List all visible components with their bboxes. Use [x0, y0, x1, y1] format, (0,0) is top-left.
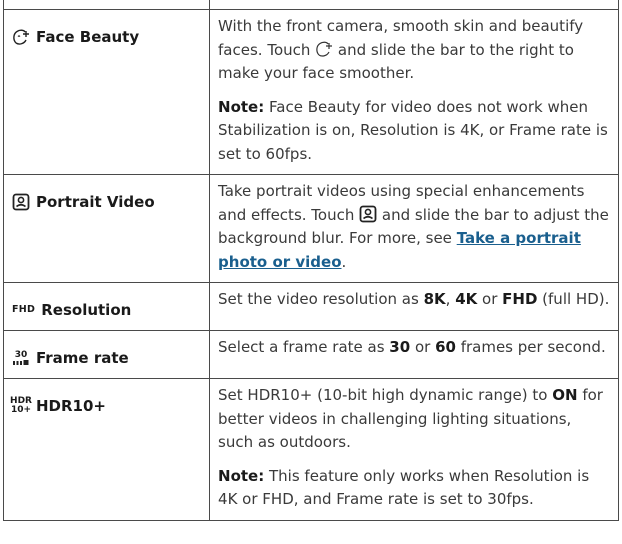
note-label: Note:: [218, 466, 265, 485]
description-cell: Set the video resolution as 8K, 4K or FH…: [209, 282, 619, 331]
table-top-strip: [2, 0, 619, 10]
option-value: FHD: [502, 290, 538, 308]
feature-face-beauty: Face Beauty: [12, 27, 203, 47]
description-text: Set HDR10+ (10-bit high dynamic range) t…: [218, 386, 553, 404]
note-paragraph: Note: Face Beauty for video does not wor…: [218, 96, 610, 167]
description-text: Set the video resolution as: [218, 290, 424, 308]
feature-cell: Face Beauty: [2, 9, 211, 175]
description-text: .: [341, 252, 347, 271]
description-text: ,: [445, 290, 456, 308]
portrait-icon: [359, 205, 377, 223]
hdr-icon-text: 10+: [10, 405, 32, 415]
description-cell: Set HDR10+ (10-bit high dynamic range) t…: [209, 378, 619, 521]
feature-cell: 30 Frame rate: [2, 330, 211, 379]
feature-name: Face Beauty: [36, 28, 140, 46]
features-table: Face Beauty With the front camera, smoot…: [2, 0, 619, 521]
table-row: FHD Resolution Set the video resolution …: [2, 282, 619, 331]
note-label: Note:: [218, 97, 265, 116]
face-beauty-icon: [12, 28, 30, 46]
table-row: HDR 10+ HDR10+ Set HDR10+ (10-bit high dy…: [2, 378, 619, 521]
feature-frame-rate: 30 Frame rate: [12, 348, 203, 368]
description-paragraph: Set the video resolution as 8K, 4K or FH…: [218, 288, 610, 312]
description-text: (full HD).: [537, 290, 610, 308]
note-paragraph: Note: This feature only works when Resol…: [218, 465, 610, 512]
frame-rate-icon-number: 30: [14, 350, 28, 360]
feature-resolution: FHD Resolution: [12, 300, 203, 320]
frame-rate-icon: 30: [12, 349, 30, 367]
fhd-icon: FHD: [12, 304, 36, 315]
table-row: Portrait Video Take portrait videos usin…: [2, 174, 619, 283]
description-text: frames per second.: [455, 338, 606, 356]
feature-cell: FHD Resolution: [2, 282, 211, 331]
face-beauty-icon: [315, 40, 333, 58]
option-value: ON: [552, 386, 578, 404]
description-paragraph: Take portrait videos using special enhan…: [218, 180, 610, 274]
feature-name: HDR10+: [36, 397, 106, 415]
description-cell: Take portrait videos using special enhan…: [209, 174, 619, 283]
description-cell: With the front camera, smooth skin and b…: [209, 9, 619, 175]
option-value: 30: [389, 338, 411, 356]
description-paragraph: Set HDR10+ (10-bit high dynamic range) t…: [218, 384, 610, 455]
description-paragraph: With the front camera, smooth skin and b…: [218, 15, 610, 86]
table-row: Face Beauty With the front camera, smoot…: [2, 9, 619, 175]
description-cell: Select a frame rate as 30 or 60 frames p…: [209, 330, 619, 379]
hdr10plus-icon: HDR 10+: [10, 397, 32, 415]
description-text: Select a frame rate as: [218, 338, 390, 356]
feature-cell: Portrait Video: [2, 174, 211, 283]
portrait-icon: [12, 193, 30, 211]
note-text: This feature only works when Resolution …: [218, 466, 590, 509]
option-value: 8K: [423, 290, 446, 308]
description-text: or: [410, 338, 436, 356]
option-value: 4K: [455, 290, 478, 308]
description-text: or: [477, 290, 503, 308]
feature-cell: HDR 10+ HDR10+: [2, 378, 211, 521]
feature-portrait-video: Portrait Video: [12, 192, 203, 212]
option-value: 60: [435, 338, 456, 356]
description-paragraph: Select a frame rate as 30 or 60 frames p…: [218, 336, 610, 360]
feature-name: Portrait Video: [36, 193, 155, 211]
feature-hdr10plus: HDR 10+ HDR10+: [10, 396, 203, 416]
note-text: Face Beauty for video does not work when…: [218, 97, 608, 163]
feature-name: Frame rate: [36, 349, 129, 367]
table-row: 30 Frame rate Select a frame rate as 30 …: [2, 330, 619, 379]
feature-name: Resolution: [41, 301, 132, 319]
